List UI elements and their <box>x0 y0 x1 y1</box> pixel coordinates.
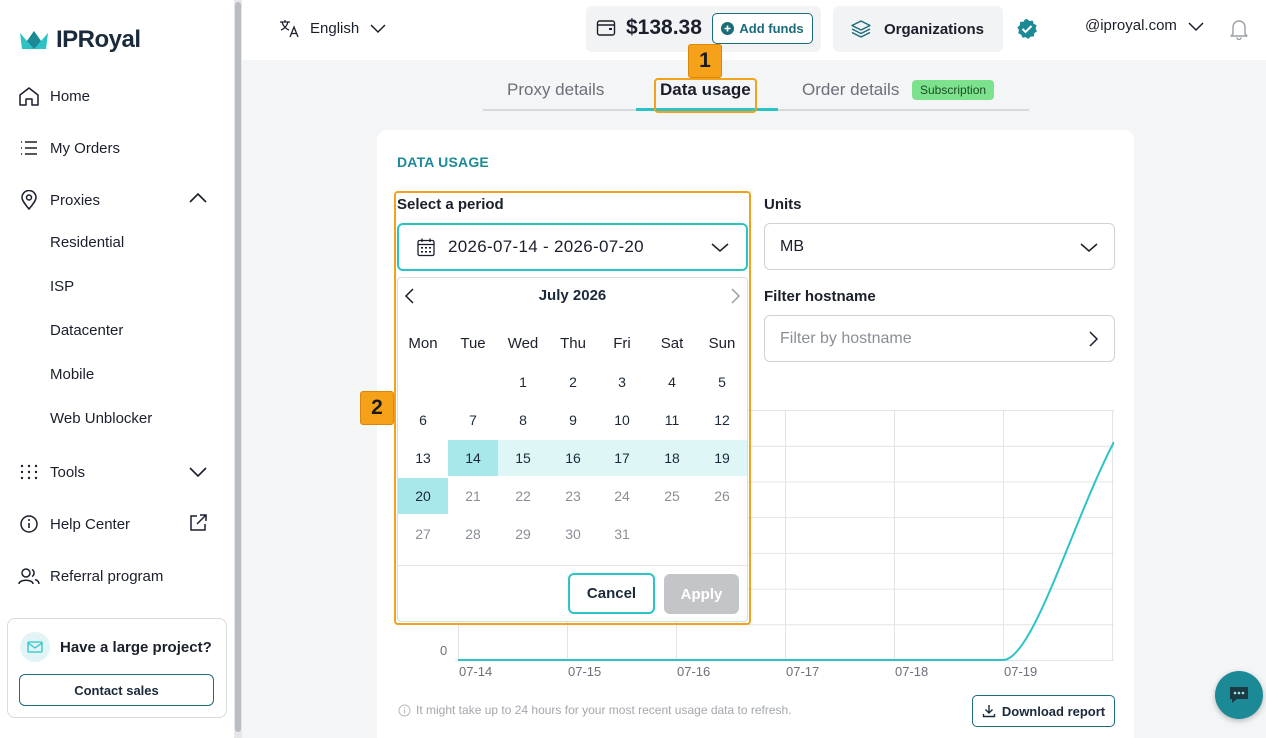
list-icon <box>21 141 37 155</box>
bell-icon[interactable] <box>1229 18 1249 40</box>
tab-order-details[interactable]: Order details <box>802 80 899 100</box>
annotation-highlight-2 <box>394 191 751 625</box>
organizations-button[interactable]: Organizations <box>833 6 1003 52</box>
x-tick-label: 07-16 <box>677 664 711 679</box>
info-icon <box>20 515 38 533</box>
chevron-up-icon[interactable] <box>188 191 208 205</box>
sidebar-item-my-orders[interactable]: My Orders <box>18 138 120 158</box>
sidebar-subitem-isp[interactable]: ISP <box>50 278 74 295</box>
mail-icon <box>20 632 50 662</box>
subscription-badge: Subscription <box>912 80 995 100</box>
sidebar-subitem-mobile[interactable]: Mobile <box>50 366 94 383</box>
grid-dots-icon <box>20 464 38 480</box>
layers-icon <box>851 20 871 38</box>
x-tick-label: 07-15 <box>568 664 602 679</box>
sidebar-item-label: My Orders <box>50 139 121 157</box>
chevron-down-icon <box>1080 242 1098 252</box>
organizations-label: Organizations <box>884 20 985 38</box>
info-icon <box>398 704 411 716</box>
contact-sales-button[interactable]: Contact sales <box>19 674 214 706</box>
download-report-button[interactable]: Download report <box>972 695 1115 727</box>
logo[interactable]: IPRoyal <box>18 26 141 54</box>
logo-text: IPRoyal <box>56 26 141 53</box>
add-funds-label: Add funds <box>739 21 804 36</box>
sidebar-item-proxies[interactable]: Proxies <box>18 190 100 210</box>
location-pin-icon <box>21 190 37 210</box>
promo-title: Have a large project? <box>20 632 212 662</box>
users-icon <box>18 568 40 585</box>
account-menu[interactable]: @iproyal.com <box>1085 17 1205 34</box>
sidebar-item-home[interactable]: Home <box>18 86 90 106</box>
units-label: Units <box>764 196 802 213</box>
y-tick-label: 0 <box>440 643 448 658</box>
sidebar-item-label: Home <box>50 87 91 105</box>
x-tick-label: 07-19 <box>1004 664 1038 679</box>
add-funds-button[interactable]: Add funds <box>712 13 813 44</box>
home-icon <box>19 87 39 106</box>
chat-icon <box>1230 687 1248 703</box>
tab-proxy-details[interactable]: Proxy details <box>507 80 604 100</box>
sidebar-subitem-residential[interactable]: Residential <box>50 234 124 251</box>
sidebar-item-referral-program[interactable]: Referral program <box>18 566 163 586</box>
sidebar-subitem-datacenter[interactable]: Datacenter <box>50 322 123 339</box>
refresh-note: It might take up to 24 hours for your mo… <box>398 703 792 717</box>
language-selector[interactable]: English <box>278 17 387 39</box>
external-link-icon[interactable] <box>188 513 208 533</box>
annotation-marker-2: 2 <box>360 391 394 425</box>
chat-button[interactable] <box>1215 671 1263 719</box>
chevron-down-icon[interactable] <box>188 465 208 479</box>
crown-logo-icon <box>20 31 48 49</box>
sidebar-item-label: Proxies <box>50 191 101 209</box>
x-tick-label: 07-14 <box>459 664 493 679</box>
promo-title-text: Have a large project? <box>60 638 212 656</box>
wallet-icon <box>596 20 616 36</box>
download-report-label: Download report <box>1001 703 1106 719</box>
balance: $138.38 <box>596 16 702 40</box>
account-email: @iproyal.com <box>1085 17 1177 34</box>
chevron-down-icon <box>1188 21 1204 31</box>
hostname-filter-input[interactable]: Filter by hostname <box>764 315 1115 362</box>
sidebar-item-label: Tools <box>50 463 86 481</box>
sidebar-item-label: Referral program <box>50 567 164 585</box>
language-label: English <box>310 19 360 37</box>
units-select[interactable]: MB <box>764 223 1115 270</box>
chevron-down-icon <box>370 24 386 34</box>
chevron-right-icon[interactable] <box>1087 330 1099 348</box>
sidebar-subitem-web-unblocker[interactable]: Web Unblocker <box>50 410 152 427</box>
plus-circle-icon <box>721 22 735 35</box>
x-tick-label: 07-17 <box>786 664 820 679</box>
sidebar-item-label: Help Center <box>50 515 131 533</box>
sidebar-item-help-center[interactable]: Help Center <box>18 514 130 534</box>
annotation-marker-1: 1 <box>688 44 722 78</box>
sidebar-scrollbar-thumb[interactable] <box>235 2 241 732</box>
units-value: MB <box>780 237 804 255</box>
download-icon <box>982 705 996 718</box>
refresh-note-text: It might take up to 24 hours for your mo… <box>416 703 792 717</box>
filter-hostname-label: Filter hostname <box>764 288 876 305</box>
balance-value: $138.38 <box>626 16 702 39</box>
verified-badge-icon <box>1017 19 1037 39</box>
sidebar-item-tools[interactable]: Tools <box>18 462 85 482</box>
hostname-filter-placeholder: Filter by hostname <box>780 329 912 347</box>
card-title: DATA USAGE <box>397 154 489 170</box>
annotation-highlight-1 <box>654 78 757 113</box>
x-tick-label: 07-18 <box>895 664 929 679</box>
translate-icon <box>280 20 299 38</box>
